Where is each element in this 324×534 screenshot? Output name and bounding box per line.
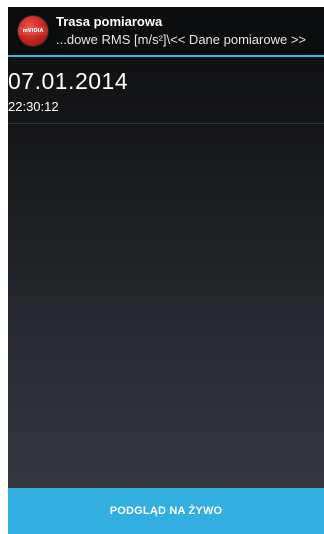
page-subtitle: ...dowe RMS [m/s²]\<< Dane pomiarowe >>	[56, 32, 306, 47]
app-logo-icon[interactable]: mVIDIA	[18, 16, 48, 46]
app-logo-text: mVIDIA	[22, 28, 44, 34]
list-item-time: 22:30:12	[8, 99, 59, 114]
list-item[interactable]: 07.01.2014 22:30:12	[8, 57, 324, 124]
action-bar: mVIDIA Trasa pomiarowa ...dowe RMS [m/s²…	[8, 7, 324, 57]
live-preview-button[interactable]: PODGLĄD NA ŻYWO	[8, 488, 324, 534]
action-bar-titles: Trasa pomiarowa ...dowe RMS [m/s²]\<< Da…	[56, 14, 322, 48]
page-title: Trasa pomiarowa	[56, 14, 163, 29]
list-item-date: 07.01.2014	[8, 68, 129, 94]
app-screen: mVIDIA Trasa pomiarowa ...dowe RMS [m/s²…	[8, 7, 324, 534]
